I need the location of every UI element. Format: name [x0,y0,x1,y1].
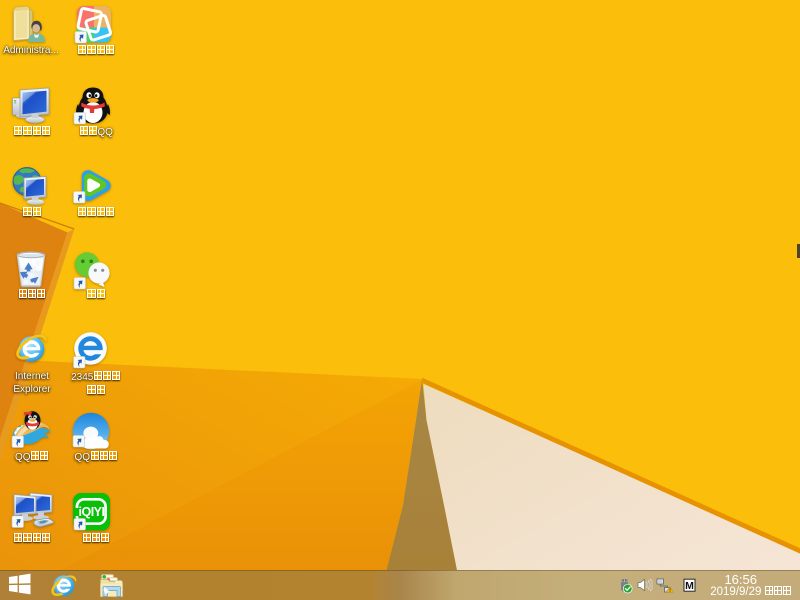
svg-text:M: M [685,580,694,592]
